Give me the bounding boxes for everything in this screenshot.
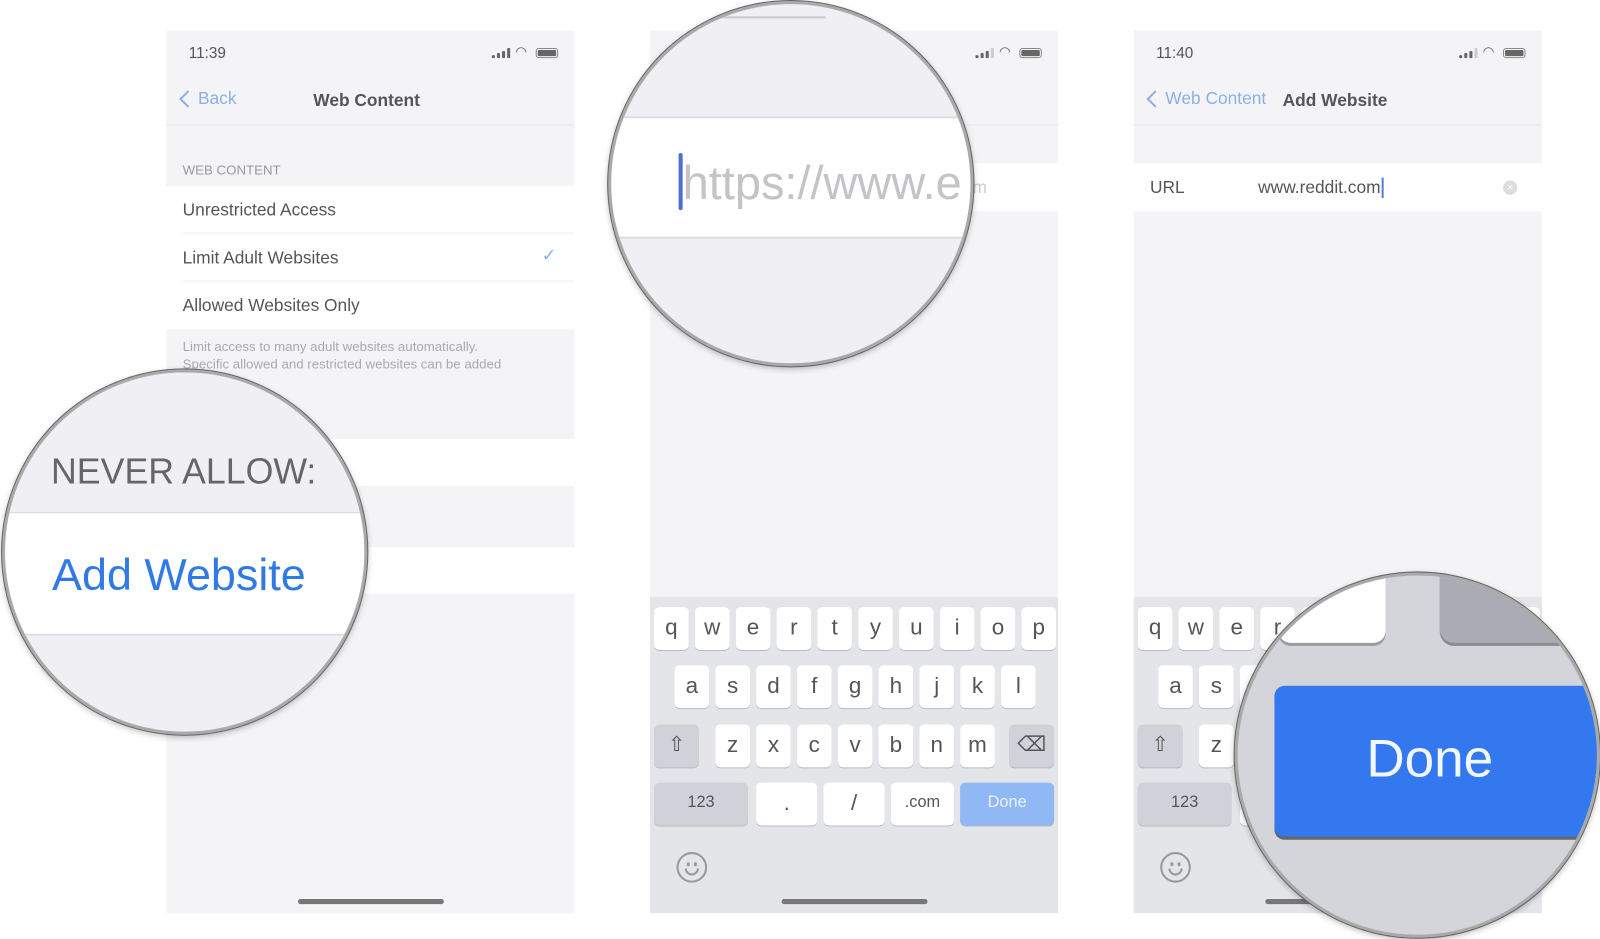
key-z[interactable]: z (1198, 724, 1234, 768)
add-website-label: Add Website (52, 549, 306, 600)
status-icons: ◠ (975, 43, 1042, 60)
back-label: Web Content (1165, 88, 1267, 109)
key-e[interactable]: e (1219, 607, 1255, 650)
key-d[interactable]: d (756, 665, 791, 709)
key-a[interactable]: a (674, 665, 710, 709)
footer-line: Limit access to many adult websites auto… (182, 338, 479, 355)
key-p[interactable]: p (1021, 607, 1057, 650)
chevron-left-icon (1146, 90, 1164, 108)
back-label: Back (197, 88, 237, 109)
key-i[interactable]: i (939, 607, 975, 650)
dot-key[interactable]: . (756, 782, 818, 826)
key-q[interactable]: q (1137, 607, 1173, 650)
wifi-icon: ◠ (1482, 43, 1495, 60)
magnifier-never-allow: NEVER ALLOW: Add Website (2, 369, 368, 735)
option-label: Limit Adult Websites (182, 247, 339, 268)
footer-text: Limit access to many adult websites auto… (183, 338, 561, 373)
key-r[interactable]: r (776, 607, 812, 650)
key-k[interactable]: k (960, 665, 995, 709)
option-unrestricted-access[interactable]: Unrestricted Access (166, 185, 575, 234)
key-v[interactable]: v (837, 724, 873, 768)
key-u[interactable]: u (898, 607, 934, 650)
numbers-key[interactable]: 123 (1137, 782, 1232, 826)
keyboard: qwertyuiop asdfghjkl ⇧ zxcvbnm ⌫ 123./.comDon… (649, 596, 1059, 914)
key-f[interactable]: f (796, 665, 832, 709)
nav-bar: Back Web Content (166, 77, 575, 126)
option-limit-adult-websites[interactable]: Limit Adult Websites ✓ (166, 233, 575, 282)
section-header: WEB CONTENT (182, 162, 281, 178)
key-n[interactable]: n (919, 724, 955, 768)
page-title: Add Website (1282, 90, 1388, 111)
key-o[interactable]: o (980, 607, 1016, 650)
key-t[interactable]: t (817, 607, 853, 650)
key-j[interactable]: j (919, 665, 955, 709)
status-icons: ◠ (1459, 43, 1526, 60)
home-indicator (781, 898, 928, 905)
key-l[interactable]: l (1001, 665, 1036, 709)
emoji-icon[interactable] (676, 852, 708, 883)
option-label: Allowed Websites Only (182, 295, 360, 316)
key-q[interactable]: q (654, 607, 689, 650)
battery-icon (1019, 47, 1042, 58)
key-h[interactable]: h (878, 665, 914, 709)
signal-icon (491, 47, 511, 58)
status-icons: ◠ (491, 43, 559, 60)
key-c[interactable]: c (796, 724, 832, 768)
checkmark-icon: ✓ (541, 245, 557, 266)
done-button-magnified[interactable]: Done (1274, 685, 1597, 837)
key-m[interactable]: m (960, 724, 995, 768)
slash-key[interactable]: / (823, 782, 885, 826)
numbers-key[interactable]: 123 (654, 782, 748, 826)
battery-icon (1503, 47, 1526, 58)
key-g[interactable]: g (837, 665, 873, 709)
chevron-left-icon (179, 90, 197, 108)
wifi-icon: ◠ (515, 43, 527, 60)
done-key[interactable]: Done (960, 782, 1055, 826)
wifi-icon: ◠ (998, 43, 1011, 60)
key-b[interactable]: b (878, 724, 914, 768)
done-label: Done (1366, 729, 1494, 789)
delete-key[interactable]: ⌫ (1009, 724, 1055, 768)
footer-line: Specific allowed and restricted websites… (182, 356, 502, 372)
signal-icon (1459, 47, 1478, 58)
back-button[interactable]: Back (177, 89, 237, 109)
emoji-icon[interactable] (1160, 852, 1191, 883)
dot-com-key[interactable]: .com (890, 782, 955, 826)
key-y[interactable]: y (858, 607, 893, 650)
key-x[interactable]: x (756, 724, 791, 768)
key-z[interactable]: z (715, 724, 750, 768)
url-input[interactable]: www.reddit.com (1258, 177, 1384, 198)
url-placeholder: https://www.e (682, 156, 962, 210)
magnifier-done-key: Done (1234, 572, 1600, 938)
key-s[interactable]: s (1198, 665, 1234, 709)
status-time: 11:39 (188, 44, 226, 63)
url-placeholder-tail: m (972, 177, 987, 197)
option-allowed-websites-only[interactable]: Allowed Websites Only (166, 281, 575, 330)
option-label: Unrestricted Access (182, 199, 336, 220)
signal-icon (975, 47, 994, 58)
key-e[interactable]: e (735, 607, 771, 650)
shift-key[interactable]: ⇧ (654, 724, 699, 768)
nav-bar: Web Content Add Website (1133, 77, 1542, 126)
battery-icon (535, 47, 559, 58)
magnifier-url-field: https://www.e (608, 1, 974, 367)
section-header-never-allow: NEVER ALLOW: (51, 452, 317, 492)
shift-key[interactable]: ⇧ (1137, 724, 1183, 768)
clear-icon[interactable]: × (1503, 180, 1518, 195)
key-w[interactable]: w (1178, 607, 1214, 650)
home-indicator (297, 898, 444, 905)
add-website-button[interactable]: Add Website (5, 513, 365, 636)
url-row: URL www.reddit.com × (1133, 163, 1542, 212)
status-time: 11:40 (1156, 44, 1194, 63)
page-title: Web Content (313, 90, 420, 111)
key-a[interactable]: a (1158, 665, 1193, 709)
url-label: URL (1149, 177, 1185, 197)
back-button[interactable]: Web Content (1144, 89, 1266, 109)
key-w[interactable]: w (694, 607, 730, 650)
key-s[interactable]: s (715, 665, 750, 709)
